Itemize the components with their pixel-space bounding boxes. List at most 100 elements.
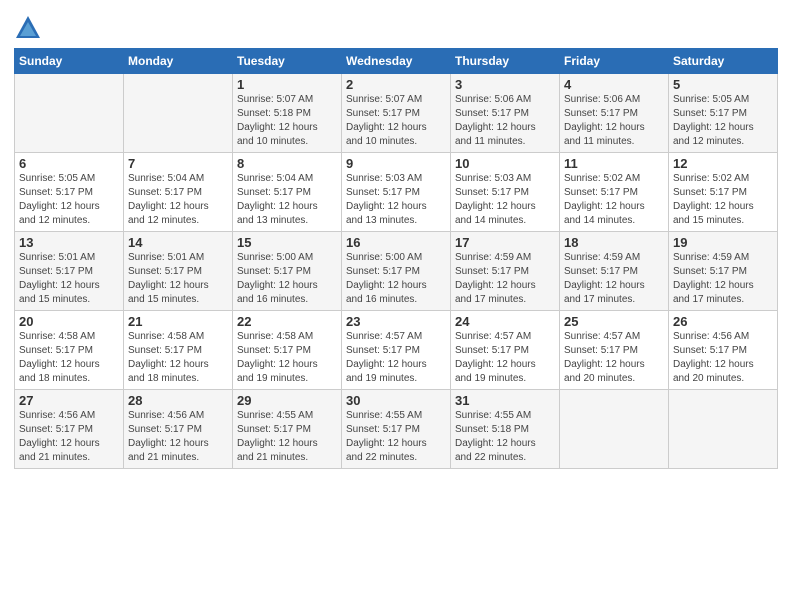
header-day-tuesday: Tuesday (233, 49, 342, 74)
calendar-cell: 11Sunrise: 5:02 AM Sunset: 5:17 PM Dayli… (560, 153, 669, 232)
day-number: 15 (237, 235, 337, 250)
calendar-week-3: 13Sunrise: 5:01 AM Sunset: 5:17 PM Dayli… (15, 232, 778, 311)
calendar-week-5: 27Sunrise: 4:56 AM Sunset: 5:17 PM Dayli… (15, 390, 778, 469)
day-info: Sunrise: 4:56 AM Sunset: 5:17 PM Dayligh… (673, 330, 773, 386)
day-info: Sunrise: 5:03 AM Sunset: 5:17 PM Dayligh… (455, 172, 555, 228)
day-number: 9 (346, 156, 446, 171)
calendar-cell: 28Sunrise: 4:56 AM Sunset: 5:17 PM Dayli… (124, 390, 233, 469)
day-info: Sunrise: 4:57 AM Sunset: 5:17 PM Dayligh… (564, 330, 664, 386)
day-info: Sunrise: 4:55 AM Sunset: 5:17 PM Dayligh… (237, 409, 337, 465)
day-number: 1 (237, 77, 337, 92)
calendar-cell: 31Sunrise: 4:55 AM Sunset: 5:18 PM Dayli… (451, 390, 560, 469)
day-number: 22 (237, 314, 337, 329)
calendar-cell: 30Sunrise: 4:55 AM Sunset: 5:17 PM Dayli… (342, 390, 451, 469)
calendar-week-2: 6Sunrise: 5:05 AM Sunset: 5:17 PM Daylig… (15, 153, 778, 232)
day-info: Sunrise: 5:01 AM Sunset: 5:17 PM Dayligh… (19, 251, 119, 307)
header (14, 10, 778, 42)
day-info: Sunrise: 4:57 AM Sunset: 5:17 PM Dayligh… (455, 330, 555, 386)
calendar-cell: 19Sunrise: 4:59 AM Sunset: 5:17 PM Dayli… (669, 232, 778, 311)
calendar-header: SundayMondayTuesdayWednesdayThursdayFrid… (15, 49, 778, 74)
day-number: 14 (128, 235, 228, 250)
day-number: 3 (455, 77, 555, 92)
day-info: Sunrise: 5:07 AM Sunset: 5:18 PM Dayligh… (237, 93, 337, 149)
header-row: SundayMondayTuesdayWednesdayThursdayFrid… (15, 49, 778, 74)
calendar-cell: 8Sunrise: 5:04 AM Sunset: 5:17 PM Daylig… (233, 153, 342, 232)
day-info: Sunrise: 5:05 AM Sunset: 5:17 PM Dayligh… (673, 93, 773, 149)
day-info: Sunrise: 5:05 AM Sunset: 5:17 PM Dayligh… (19, 172, 119, 228)
calendar-week-4: 20 Sunrise: 4:58 AM Sunset: 5:17 PM Dayli… (15, 311, 778, 390)
day-info: Sunrise: 5:03 AM Sunset: 5:17 PM Dayligh… (346, 172, 446, 228)
day-info: Sunrise: 4:58 AM Sunset: 5:17 PM Dayligh… (237, 330, 337, 386)
page-container: SundayMondayTuesdayWednesdayThursdayFrid… (0, 0, 792, 477)
day-info: Sunrise: 4:57 AM Sunset: 5:17 PM Dayligh… (346, 330, 446, 386)
day-info: Sunrise: 4:55 AM Sunset: 5:17 PM Dayligh… (346, 409, 446, 465)
day-info: Sunrise: 5:02 AM Sunset: 5:17 PM Dayligh… (673, 172, 773, 228)
calendar-cell: 4Sunrise: 5:06 AM Sunset: 5:17 PM Daylig… (560, 74, 669, 153)
day-number: 13 (19, 235, 119, 250)
day-info: Sunrise: 5:06 AM Sunset: 5:17 PM Dayligh… (455, 93, 555, 149)
day-info: Sunrise: 4:56 AM Sunset: 5:17 PM Dayligh… (19, 409, 119, 465)
calendar-cell (124, 74, 233, 153)
day-info: Sunrise: 5:02 AM Sunset: 5:17 PM Dayligh… (564, 172, 664, 228)
header-day-friday: Friday (560, 49, 669, 74)
day-info: Sunrise: 4:59 AM Sunset: 5:17 PM Dayligh… (673, 251, 773, 307)
day-number: 8 (237, 156, 337, 171)
day-number: 6 (19, 156, 119, 171)
calendar-cell: 16Sunrise: 5:00 AM Sunset: 5:17 PM Dayli… (342, 232, 451, 311)
day-number: 18 (564, 235, 664, 250)
calendar-cell: 12Sunrise: 5:02 AM Sunset: 5:17 PM Dayli… (669, 153, 778, 232)
day-info: Sunrise: 5:00 AM Sunset: 5:17 PM Dayligh… (346, 251, 446, 307)
day-number: 10 (455, 156, 555, 171)
calendar-cell: 17Sunrise: 4:59 AM Sunset: 5:17 PM Dayli… (451, 232, 560, 311)
day-info: Sunrise: 5:04 AM Sunset: 5:17 PM Dayligh… (237, 172, 337, 228)
calendar-cell: 5Sunrise: 5:05 AM Sunset: 5:17 PM Daylig… (669, 74, 778, 153)
calendar-week-1: 1Sunrise: 5:07 AM Sunset: 5:18 PM Daylig… (15, 74, 778, 153)
day-number: 4 (564, 77, 664, 92)
day-number: 29 (237, 393, 337, 408)
day-info: Sunrise: 4:55 AM Sunset: 5:18 PM Dayligh… (455, 409, 555, 465)
header-day-sunday: Sunday (15, 49, 124, 74)
day-info: Sunrise: 4:59 AM Sunset: 5:17 PM Dayligh… (455, 251, 555, 307)
day-info: Sunrise: 4:59 AM Sunset: 5:17 PM Dayligh… (564, 251, 664, 307)
calendar-cell: 18Sunrise: 4:59 AM Sunset: 5:17 PM Dayli… (560, 232, 669, 311)
calendar-cell: 22Sunrise: 4:58 AM Sunset: 5:17 PM Dayli… (233, 311, 342, 390)
calendar-cell: 29Sunrise: 4:55 AM Sunset: 5:17 PM Dayli… (233, 390, 342, 469)
header-day-wednesday: Wednesday (342, 49, 451, 74)
day-number: 11 (564, 156, 664, 171)
day-number: 26 (673, 314, 773, 329)
day-info: Sunrise: 5:07 AM Sunset: 5:17 PM Dayligh… (346, 93, 446, 149)
calendar-cell: 9Sunrise: 5:03 AM Sunset: 5:17 PM Daylig… (342, 153, 451, 232)
calendar-cell (560, 390, 669, 469)
logo-icon (14, 14, 42, 42)
calendar-cell: 2Sunrise: 5:07 AM Sunset: 5:17 PM Daylig… (342, 74, 451, 153)
calendar-cell: 15Sunrise: 5:00 AM Sunset: 5:17 PM Dayli… (233, 232, 342, 311)
day-info: Sunrise: 4:58 AM Sunset: 5:17 PM Dayligh… (128, 330, 228, 386)
header-day-saturday: Saturday (669, 49, 778, 74)
day-number: 28 (128, 393, 228, 408)
calendar-cell: 25Sunrise: 4:57 AM Sunset: 5:17 PM Dayli… (560, 311, 669, 390)
day-info: Sunrise: 5:06 AM Sunset: 5:17 PM Dayligh… (564, 93, 664, 149)
logo (14, 14, 46, 42)
day-number: 21 (128, 314, 228, 329)
calendar-body: 1Sunrise: 5:07 AM Sunset: 5:18 PM Daylig… (15, 74, 778, 469)
day-number: 2 (346, 77, 446, 92)
calendar-cell: 24Sunrise: 4:57 AM Sunset: 5:17 PM Dayli… (451, 311, 560, 390)
day-number: 30 (346, 393, 446, 408)
calendar-cell: 26Sunrise: 4:56 AM Sunset: 5:17 PM Dayli… (669, 311, 778, 390)
day-number: 12 (673, 156, 773, 171)
day-number: 7 (128, 156, 228, 171)
calendar-table: SundayMondayTuesdayWednesdayThursdayFrid… (14, 48, 778, 469)
calendar-cell (669, 390, 778, 469)
day-number: 25 (564, 314, 664, 329)
calendar-cell: 6Sunrise: 5:05 AM Sunset: 5:17 PM Daylig… (15, 153, 124, 232)
day-number: 17 (455, 235, 555, 250)
calendar-cell: 21Sunrise: 4:58 AM Sunset: 5:17 PM Dayli… (124, 311, 233, 390)
header-day-monday: Monday (124, 49, 233, 74)
calendar-cell: 14Sunrise: 5:01 AM Sunset: 5:17 PM Dayli… (124, 232, 233, 311)
day-info: Sunrise: 4:56 AM Sunset: 5:17 PM Dayligh… (128, 409, 228, 465)
calendar-cell: 20Sunrise: 4:58 AM Sunset: 5:17 PM Dayli… (15, 311, 124, 390)
day-number: 23 (346, 314, 446, 329)
calendar-cell (15, 74, 124, 153)
day-number: 20 (19, 314, 119, 329)
calendar-cell: 7Sunrise: 5:04 AM Sunset: 5:17 PM Daylig… (124, 153, 233, 232)
